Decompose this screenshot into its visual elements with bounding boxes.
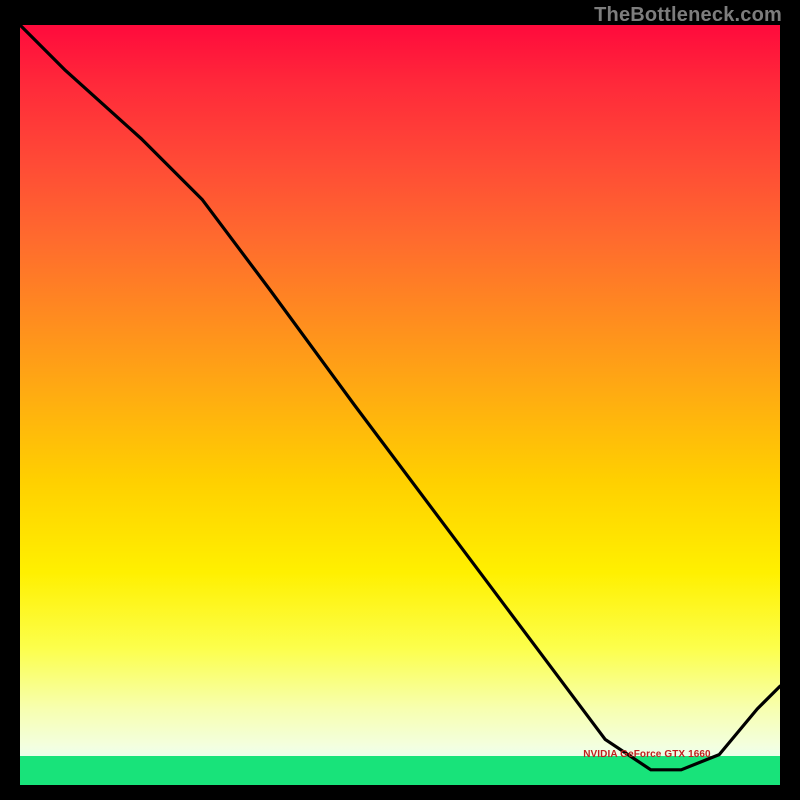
watermark-text: TheBottleneck.com	[594, 4, 782, 27]
series-line-bottleneck-curve	[20, 25, 780, 770]
plot-area: NVIDIA GeForce GTX 1660	[20, 25, 780, 785]
annotation-gpu-label: NVIDIA GeForce GTX 1660	[583, 749, 711, 760]
chart-stage: TheBottleneck.com NVIDIA GeForce GTX 166…	[0, 0, 800, 800]
chart-svg	[20, 25, 780, 785]
